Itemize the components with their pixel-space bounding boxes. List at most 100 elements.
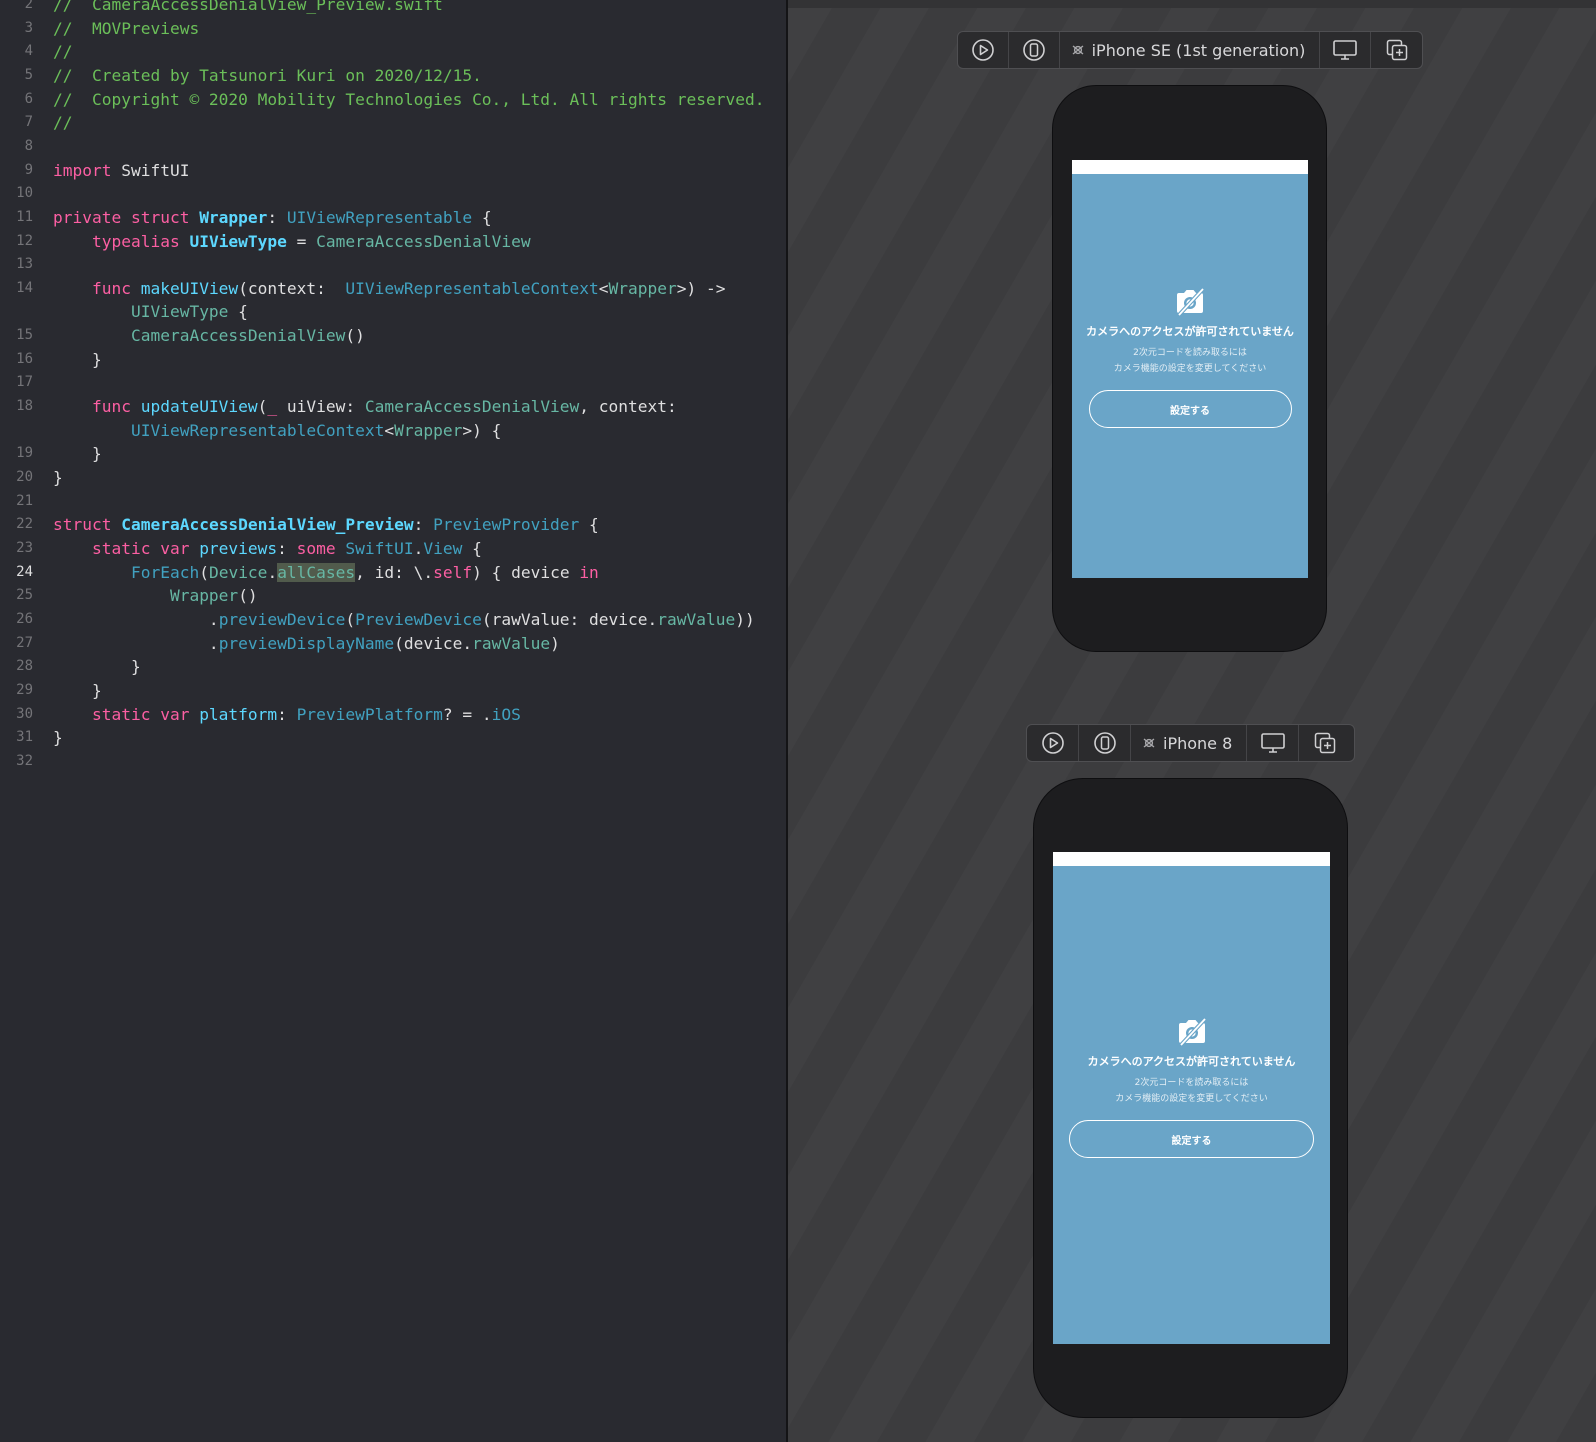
- code-text: static var platform: PreviewPlatform? = …: [53, 703, 521, 727]
- code-text: //: [53, 40, 73, 64]
- device-settings-button[interactable]: [1247, 725, 1300, 761]
- code-token: //: [53, 113, 73, 133]
- code-token: >) ->: [676, 278, 726, 298]
- code-token: struct: [53, 515, 122, 535]
- preview-device-name-1[interactable]: iPhone SE (1st generation): [1060, 32, 1321, 68]
- iphone-se-device-frame: カメラへのアクセスが許可されていません 2次元コードを読み取るには カメラ機能の…: [1052, 85, 1327, 652]
- camera-denial-view: カメラへのアクセスが許可されていません 2次元コードを読み取るには カメラ機能の…: [1072, 287, 1308, 428]
- open-settings-button[interactable]: 設定する: [1088, 390, 1292, 428]
- code-line[interactable]: 2 // CameraAccessDenialView_Preview.swift: [0, 0, 786, 17]
- code-line[interactable]: 14 func makeUIView(context: UIViewRepres…: [0, 277, 786, 301]
- device-settings-button[interactable]: [1320, 32, 1372, 68]
- code-line[interactable]: 29 }: [0, 679, 786, 703]
- live-preview-button[interactable]: [1027, 725, 1079, 761]
- code-text: .previewDisplayName(device.rawValue): [53, 632, 560, 656]
- code-line[interactable]: 4 //: [0, 40, 786, 64]
- code-line[interactable]: 11 private struct Wrapper: UIViewRepresen…: [0, 206, 786, 230]
- line-number: 16: [16, 350, 33, 367]
- code-line[interactable]: 19 }: [0, 442, 786, 466]
- code-line[interactable]: 21: [0, 490, 786, 514]
- code-line[interactable]: 32: [0, 750, 786, 774]
- code-token: func: [91, 278, 141, 298]
- line-number: 24: [16, 563, 33, 580]
- code-token: }: [53, 468, 63, 487]
- code-line[interactable]: 7 //: [0, 111, 786, 135]
- code-editor[interactable]: 2 // CameraAccessDenialView_Preview.swift…: [0, 0, 786, 1442]
- code-token: PreviewDevice: [355, 609, 482, 629]
- code-line[interactable]: 16 }: [0, 348, 786, 372]
- code-line[interactable]: 9 import SwiftUI: [0, 159, 786, 183]
- line-number: 12: [16, 232, 33, 249]
- line-number: 9: [24, 161, 33, 178]
- line-number: 14: [16, 279, 33, 296]
- preview-on-device-button[interactable]: [1009, 32, 1060, 68]
- code-line[interactable]: 10: [0, 182, 786, 206]
- code-line[interactable]: 20}: [0, 466, 786, 490]
- preview-on-device-button[interactable]: [1079, 725, 1131, 761]
- preview-toolbar-2: iPhone 8: [1026, 724, 1355, 762]
- status-bar: [1053, 852, 1330, 866]
- iphone-se-screen[interactable]: カメラへのアクセスが許可されていません 2次元コードを読み取るには カメラ機能の…: [1072, 160, 1308, 578]
- duplicate-preview-button[interactable]: [1299, 725, 1351, 761]
- denial-description-line-2: カメラ機能の設定を変更してください: [1115, 1094, 1268, 1104]
- code-token: ) { device: [472, 562, 580, 582]
- duplicate-preview-button[interactable]: [1371, 32, 1422, 68]
- code-token: uiView:: [277, 397, 365, 417]
- code-token: Wrapper: [199, 207, 268, 227]
- live-preview-button[interactable]: [958, 32, 1009, 68]
- code-line[interactable]: 30 static var platform: PreviewPlatform?…: [0, 703, 786, 727]
- code-text: }: [53, 655, 141, 679]
- preview-device-name-2[interactable]: iPhone 8: [1131, 725, 1248, 761]
- code-text: Wrapper(): [53, 584, 258, 608]
- code-line[interactable]: 22 struct CameraAccessDenialView_Preview:…: [0, 513, 786, 537]
- code-line[interactable]: 12 typealias UIViewType = CameraAccessDe…: [0, 230, 786, 254]
- code-token: )): [735, 609, 755, 629]
- code-text: CameraAccessDenialView(): [53, 324, 365, 348]
- line-number: 28: [16, 658, 33, 675]
- code-line[interactable]: 28 }: [0, 655, 786, 679]
- code-line[interactable]: UIViewRepresentableContext<Wrapper>) {: [0, 419, 786, 443]
- line-number: 21: [16, 492, 33, 509]
- code-token: {: [579, 515, 599, 535]
- code-line[interactable]: 23 static var previews: some SwiftUI.Vie…: [0, 537, 786, 561]
- code-text: }: [53, 442, 102, 466]
- code-line[interactable]: 25 Wrapper(): [0, 584, 786, 608]
- line-number: 8: [24, 137, 33, 154]
- iphone-8-screen[interactable]: カメラへのアクセスが許可されていません 2次元コードを読み取るには カメラ機能の…: [1053, 852, 1330, 1344]
- code-line[interactable]: 24 ForEach(Device.allCases, id: \.self) …: [0, 561, 786, 585]
- canvas-top-bar: [788, 0, 1596, 8]
- code-line[interactable]: 15 CameraAccessDenialView(): [0, 324, 786, 348]
- code-line[interactable]: 8: [0, 135, 786, 159]
- line-number: 27: [16, 634, 33, 651]
- code-token: .: [53, 633, 219, 653]
- code-token: static var: [91, 704, 200, 724]
- code-token: :: [413, 515, 434, 535]
- code-line[interactable]: 27 .previewDisplayName(device.rawValue): [0, 632, 786, 656]
- code-token: {: [472, 207, 492, 227]
- code-token: // CameraAccessDenialView_Preview.swift: [53, 0, 443, 14]
- code-line[interactable]: 13: [0, 253, 786, 277]
- line-number: 19: [16, 445, 33, 462]
- code-token: makeUIView: [140, 278, 239, 298]
- code-line[interactable]: 17: [0, 371, 786, 395]
- code-line[interactable]: 18 func updateUIView(_ uiView: CameraAcc…: [0, 395, 786, 419]
- code-line[interactable]: UIViewType {: [0, 300, 786, 324]
- code-line[interactable]: 31}: [0, 726, 786, 750]
- code-token: CameraAccessDenialView: [316, 231, 531, 251]
- code-token: {: [228, 302, 248, 322]
- device-name-label: iPhone SE (1st generation): [1091, 40, 1306, 60]
- code-line[interactable]: 5 // Created by Tatsunori Kuri on 2020/12…: [0, 64, 786, 88]
- code-token: SwiftUI: [121, 160, 190, 180]
- code-line[interactable]: 26 .previewDevice(PreviewDevice(rawValue…: [0, 608, 786, 632]
- open-settings-button[interactable]: 設定する: [1069, 1120, 1314, 1158]
- code-line[interactable]: 3 // MOVPreviews: [0, 17, 786, 41]
- code-token: (rawValue: device.: [481, 609, 658, 629]
- code-line[interactable]: 6 // Copyright © 2020 Mobility Technologi…: [0, 88, 786, 112]
- code-token: Device: [208, 562, 268, 582]
- camera-off-icon: [1178, 1017, 1206, 1047]
- preview-canvas[interactable]: iPhone SE (1st generation) カメラへのアクセスが許可さ…: [788, 0, 1596, 1442]
- code-text: }: [53, 679, 102, 703]
- line-number: 31: [16, 729, 33, 746]
